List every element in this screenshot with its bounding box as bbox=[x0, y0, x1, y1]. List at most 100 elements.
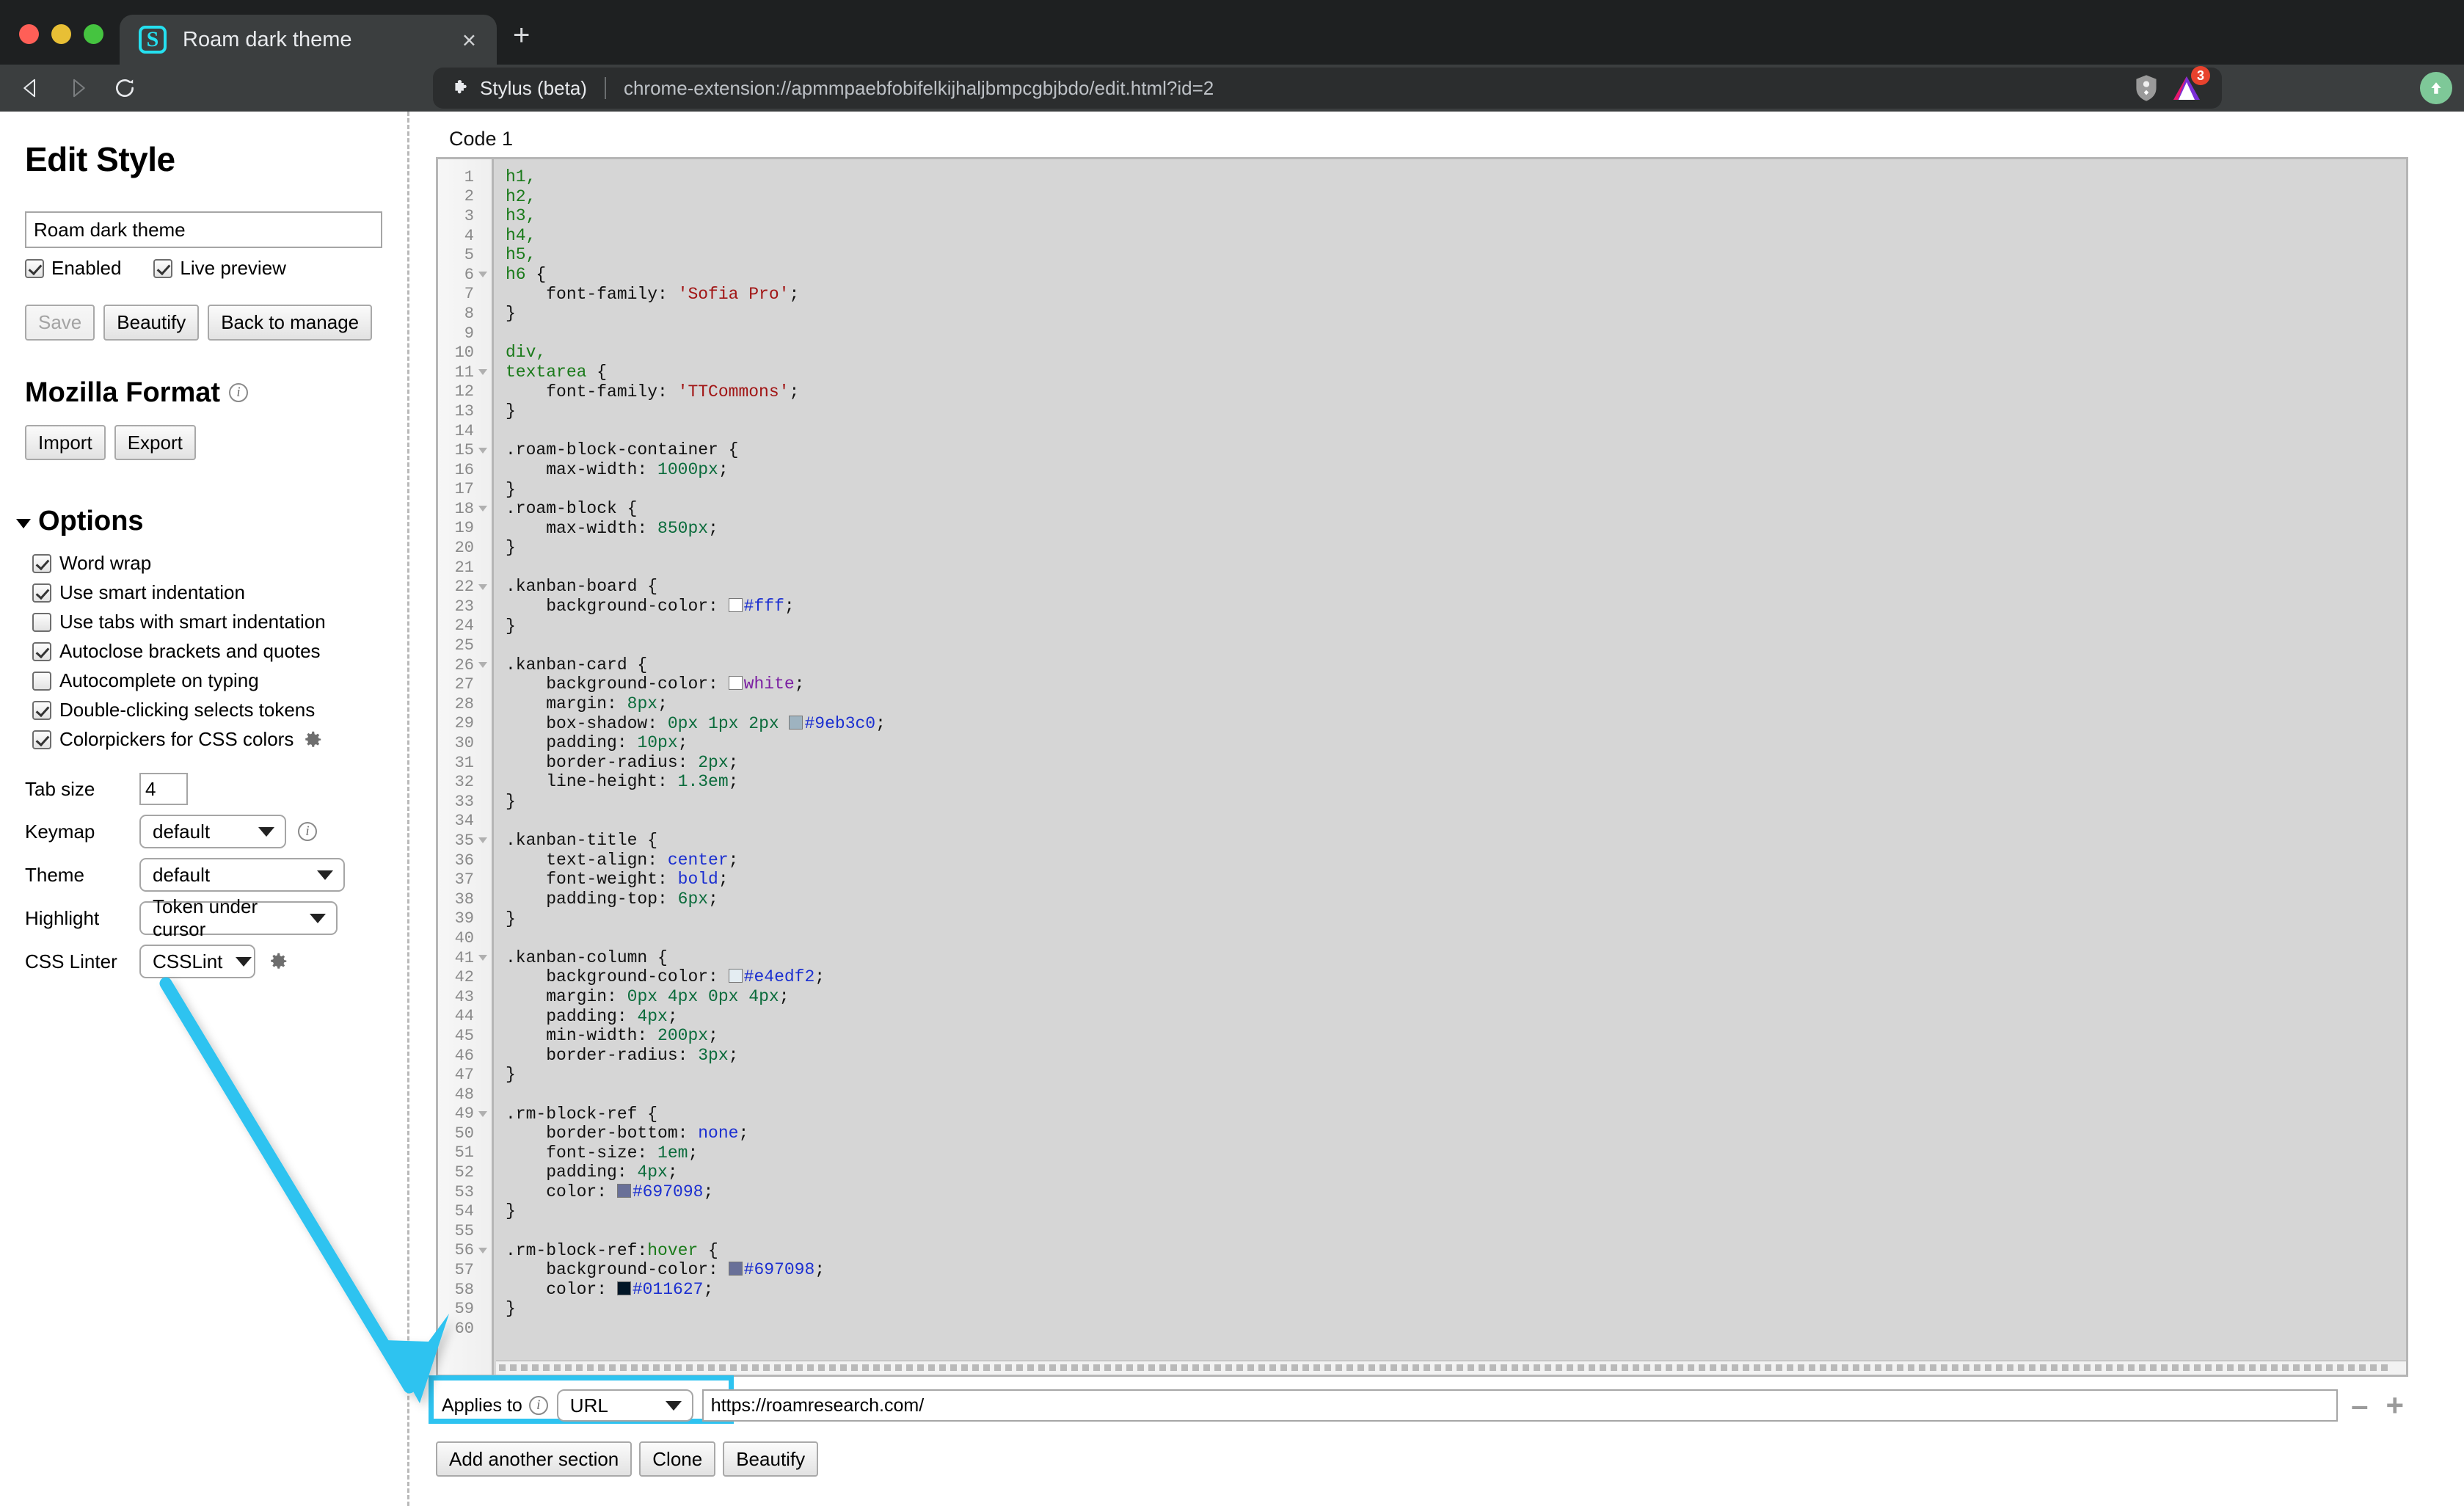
checkbox-box[interactable] bbox=[25, 259, 44, 278]
code-token: border-radius: bbox=[506, 1046, 698, 1065]
field-row: Themedefault bbox=[25, 858, 382, 892]
keymap-select[interactable]: default bbox=[139, 815, 286, 848]
option-row[interactable]: Autocomplete on typing bbox=[32, 669, 382, 692]
theme-select[interactable]: default bbox=[139, 858, 345, 892]
code-token: { bbox=[526, 265, 547, 284]
code-token: ; bbox=[657, 694, 668, 713]
code-text-area[interactable]: h1,h2,h3,h4,h5,h6 { font-family: 'Sofia … bbox=[494, 159, 2406, 1375]
fold-triangle-icon[interactable] bbox=[478, 369, 487, 375]
save-button[interactable]: Save bbox=[25, 305, 95, 341]
color-swatch-icon[interactable] bbox=[729, 969, 743, 983]
edit-style-page: Edit Style Enabled Live preview Save Bea… bbox=[0, 112, 2464, 1506]
checkbox-box[interactable] bbox=[32, 583, 51, 603]
live-preview-checkbox[interactable]: Live preview bbox=[153, 257, 286, 280]
checkbox-box[interactable] bbox=[32, 701, 51, 720]
line-number: 44 bbox=[438, 1007, 492, 1027]
color-swatch-icon[interactable] bbox=[789, 716, 803, 730]
checkbox-box[interactable] bbox=[32, 613, 51, 632]
add-applies-button[interactable]: + bbox=[2381, 1396, 2408, 1414]
style-name-input[interactable] bbox=[25, 211, 382, 248]
highlight-select[interactable]: Token under cursor bbox=[139, 901, 338, 935]
color-swatch-icon[interactable] bbox=[729, 1262, 743, 1276]
minimize-window-button[interactable] bbox=[51, 24, 71, 44]
close-window-button[interactable] bbox=[19, 24, 39, 44]
fold-triangle-icon[interactable] bbox=[478, 506, 487, 512]
remove-applies-button[interactable]: – bbox=[2347, 1396, 2372, 1414]
fold-triangle-icon[interactable] bbox=[478, 1248, 487, 1254]
color-swatch-icon[interactable] bbox=[617, 1281, 631, 1295]
code-token: padding: bbox=[506, 1007, 637, 1026]
code-line: background-color: #697098; bbox=[506, 1260, 2406, 1280]
options-heading[interactable]: Options bbox=[16, 506, 382, 537]
address-bar[interactable]: Stylus (beta) chrome-extension://apmmpae… bbox=[433, 68, 2222, 109]
back-to-manage-button[interactable]: Back to manage bbox=[208, 305, 372, 341]
gear-icon[interactable] bbox=[267, 950, 289, 972]
checkbox-box[interactable] bbox=[153, 259, 172, 278]
code-token: border-radius: bbox=[506, 753, 698, 772]
code-line: h3, bbox=[506, 206, 2406, 226]
fold-triangle-icon[interactable] bbox=[478, 1111, 487, 1117]
info-icon[interactable]: i bbox=[229, 383, 248, 402]
horizontal-scrollbar[interactable] bbox=[496, 1360, 2406, 1375]
back-arrow-icon[interactable] bbox=[10, 68, 51, 109]
brave-shield-icon[interactable] bbox=[2134, 74, 2159, 102]
code-token: font-size: bbox=[506, 1143, 657, 1163]
applies-to-value-input[interactable] bbox=[702, 1389, 2338, 1422]
code-token: h5, bbox=[506, 245, 536, 264]
maximize-window-button[interactable] bbox=[84, 24, 103, 44]
option-row[interactable]: Colorpickers for CSS colors bbox=[32, 728, 382, 751]
color-swatch-icon[interactable] bbox=[729, 676, 743, 690]
line-number: 22 bbox=[438, 577, 492, 597]
export-button[interactable]: Export bbox=[114, 425, 196, 461]
code-token: div, bbox=[506, 343, 546, 362]
enabled-checkbox[interactable]: Enabled bbox=[25, 257, 121, 280]
clone-button[interactable]: Clone bbox=[639, 1441, 715, 1477]
line-number: 50 bbox=[438, 1124, 492, 1143]
reload-icon[interactable] bbox=[104, 68, 145, 109]
beautify-section-button[interactable]: Beautify bbox=[723, 1441, 818, 1477]
css-linter-select[interactable]: CSSLint bbox=[139, 945, 255, 978]
option-row[interactable]: Use tabs with smart indentation bbox=[32, 611, 382, 633]
fold-triangle-icon[interactable] bbox=[478, 837, 487, 843]
new-tab-button[interactable]: + bbox=[513, 21, 530, 50]
code-token: 200px bbox=[657, 1026, 708, 1045]
checkbox-box[interactable] bbox=[32, 642, 51, 661]
option-row[interactable]: Double-clicking selects tokens bbox=[32, 699, 382, 721]
fold-triangle-icon[interactable] bbox=[478, 662, 487, 668]
option-row[interactable]: Use smart indentation bbox=[32, 581, 382, 604]
code-token: max-width: bbox=[506, 519, 657, 538]
code-line bbox=[506, 1221, 2406, 1241]
user-avatar[interactable] bbox=[2420, 72, 2452, 104]
extension-badge-count: 3 bbox=[2191, 66, 2210, 85]
add-another-section-button[interactable]: Add another section bbox=[436, 1441, 632, 1477]
chevron-down-icon[interactable] bbox=[16, 519, 31, 528]
fold-triangle-icon[interactable] bbox=[478, 272, 487, 277]
applies-to-label-group: Applies to i bbox=[442, 1395, 548, 1416]
option-row[interactable]: Autoclose brackets and quotes bbox=[32, 640, 382, 663]
close-icon[interactable]: × bbox=[455, 28, 484, 52]
browser-tab[interactable]: S Roam dark theme × bbox=[120, 15, 497, 65]
triangle-extension-icon[interactable]: 3 bbox=[2170, 73, 2203, 103]
applies-to-type-select[interactable]: URL bbox=[557, 1389, 693, 1422]
checkbox-box[interactable] bbox=[32, 730, 51, 749]
info-icon[interactable]: i bbox=[298, 822, 317, 841]
field-row: Keymapdefaulti bbox=[25, 815, 382, 848]
checkbox-box[interactable] bbox=[32, 554, 51, 573]
checkbox-box[interactable] bbox=[32, 672, 51, 691]
fold-triangle-icon[interactable] bbox=[478, 584, 487, 590]
info-icon[interactable]: i bbox=[529, 1396, 548, 1415]
gear-icon[interactable] bbox=[302, 729, 324, 751]
code-token: 2px bbox=[698, 753, 728, 772]
code-token: center bbox=[668, 851, 729, 870]
scrollbar-thumb[interactable] bbox=[499, 1364, 2390, 1371]
color-swatch-icon[interactable] bbox=[617, 1184, 631, 1198]
option-row[interactable]: Word wrap bbox=[32, 552, 382, 575]
beautify-button[interactable]: Beautify bbox=[103, 305, 199, 341]
color-swatch-icon[interactable] bbox=[729, 598, 743, 612]
fold-triangle-icon[interactable] bbox=[478, 448, 487, 454]
tab-size-input[interactable] bbox=[139, 773, 188, 805]
code-line: margin: 0px 4px 0px 4px; bbox=[506, 987, 2406, 1007]
import-button[interactable]: Import bbox=[25, 425, 106, 461]
fold-triangle-icon[interactable] bbox=[478, 955, 487, 961]
code-editor[interactable]: 1234567891011121314151617181920212223242… bbox=[436, 157, 2408, 1377]
